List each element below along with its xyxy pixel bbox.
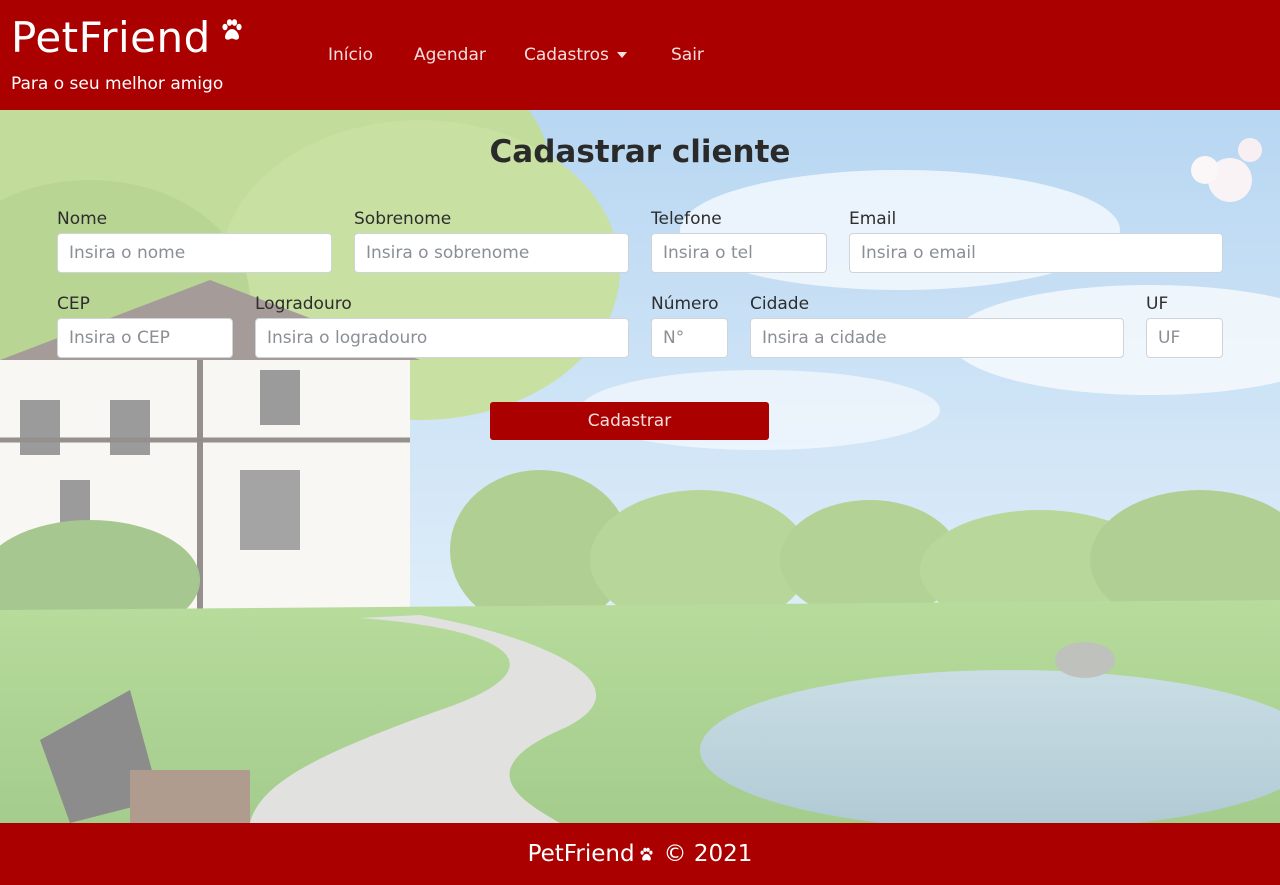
footer-brand: PetFriend <box>527 841 635 867</box>
brand-title[interactable]: PetFriend <box>11 10 211 66</box>
numero-field-group: Número <box>651 293 728 358</box>
nome-label: Nome <box>57 209 108 229</box>
telefone-label: Telefone <box>651 209 722 229</box>
nav-item-sair[interactable]: Sair <box>671 40 704 70</box>
uf-input[interactable] <box>1146 318 1223 358</box>
telefone-field-group: Telefone <box>651 208 827 273</box>
nav-item-agendar[interactable]: Agendar <box>414 40 486 70</box>
paw-icon <box>640 847 653 861</box>
numero-input[interactable] <box>651 318 728 358</box>
caret-down-icon <box>616 52 627 58</box>
logradouro-field-group: Logradouro <box>255 293 629 358</box>
uf-label: UF <box>1146 294 1169 314</box>
telefone-input[interactable] <box>651 233 827 273</box>
footer: PetFriend © 2021 <box>0 823 1280 885</box>
nav-item-cadastros-label: Cadastros <box>524 45 609 65</box>
cep-label: CEP <box>57 294 90 314</box>
footer-copyright: © 2021 <box>663 841 753 867</box>
cidade-field-group: Cidade <box>750 293 1124 358</box>
email-field-group: Email <box>849 208 1223 273</box>
numero-label: Número <box>651 294 719 314</box>
cep-field-group: CEP <box>57 293 233 358</box>
brand[interactable]: PetFriend <box>11 10 244 66</box>
cidade-label: Cidade <box>750 294 810 314</box>
nav-item-inicio[interactable]: Início <box>328 40 373 70</box>
logradouro-input[interactable] <box>255 318 629 358</box>
logradouro-label: Logradouro <box>255 294 352 314</box>
nome-field-group: Nome <box>57 208 332 273</box>
email-label: Email <box>849 209 897 229</box>
paw-icon <box>222 19 242 40</box>
nome-input[interactable] <box>57 233 332 273</box>
cidade-input[interactable] <box>750 318 1124 358</box>
sobrenome-input[interactable] <box>354 233 629 273</box>
sobrenome-field-group: Sobrenome <box>354 208 629 273</box>
brand-tagline: Para o seu melhor amigo <box>11 74 224 94</box>
page-title: Cadastrar cliente <box>489 134 791 170</box>
email-input[interactable] <box>849 233 1223 273</box>
uf-field-group: UF <box>1146 293 1223 358</box>
cep-input[interactable] <box>57 318 233 358</box>
nav-item-cadastros[interactable]: Cadastros <box>524 40 627 70</box>
sobrenome-label: Sobrenome <box>354 209 452 229</box>
top-navbar: PetFriend Para o seu melhor amigo Início… <box>0 0 1280 110</box>
cadastrar-button[interactable]: Cadastrar <box>490 402 769 440</box>
